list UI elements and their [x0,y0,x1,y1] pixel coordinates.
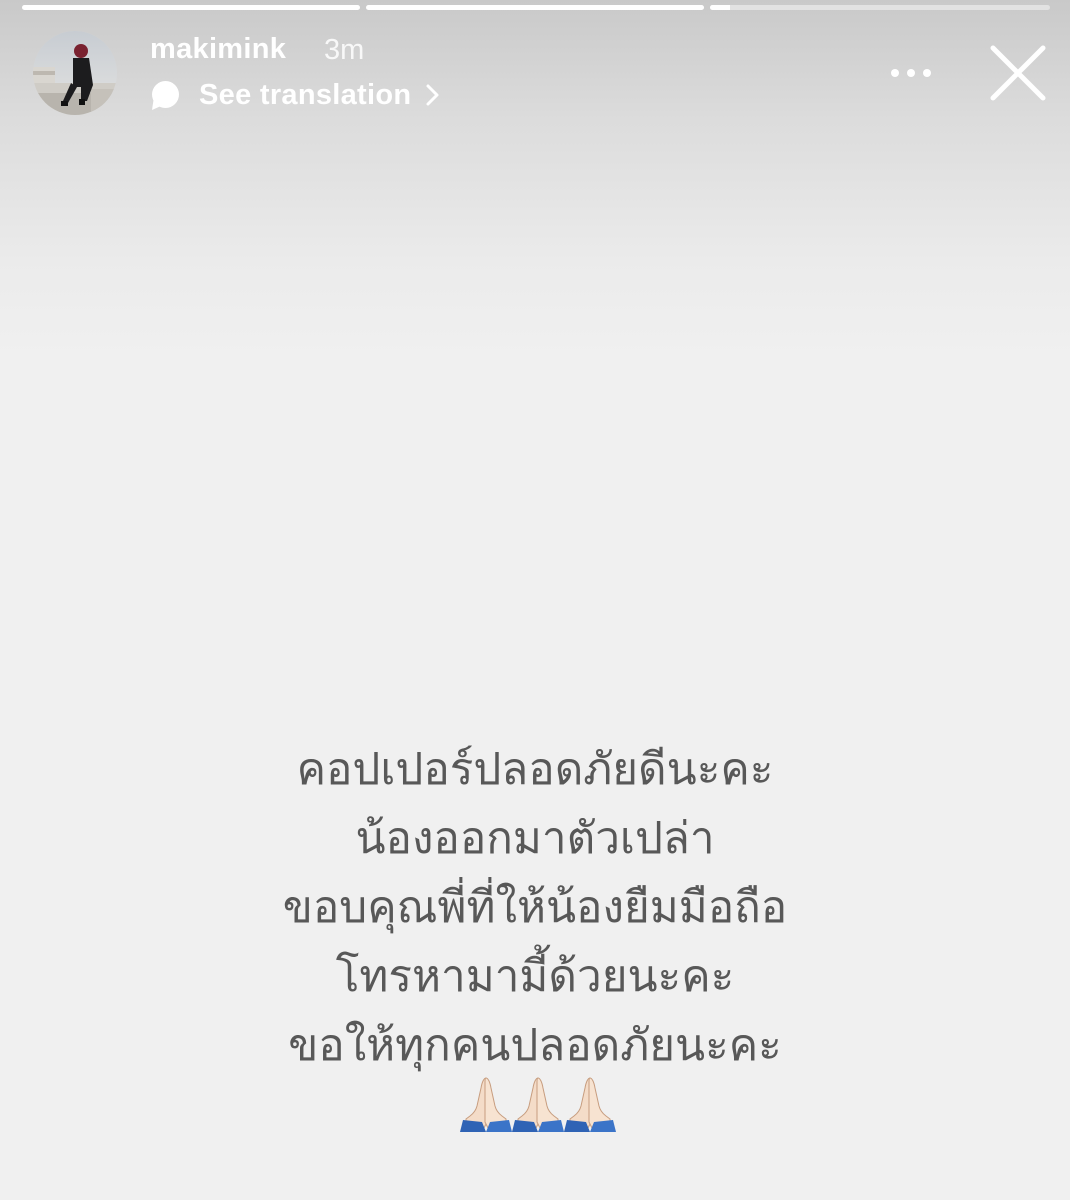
close-button[interactable] [985,40,1051,106]
more-options-button[interactable] [884,55,940,91]
post-timestamp: 3m [324,34,365,66]
progress-fill-2 [366,5,704,10]
see-translation-label: See translation [199,78,412,111]
story-text-line: คอปเปอร์ปลอดภัยดีนะคะ [296,744,774,795]
progress-fill-1 [22,5,360,10]
story-progress-bar [22,5,1050,10]
story-viewer[interactable]: makimink 3m See translation คอปเปอร์ปลอด… [0,0,1070,1200]
chevron-right-icon [426,84,439,106]
story-text: คอปเปอร์ปลอดภัยดีนะคะ น้องออกมาตัวเปล่า … [135,735,935,1080]
progress-segment-2 [366,5,704,10]
more-horizontal-icon [891,69,931,77]
see-translation-button[interactable]: See translation [150,77,441,113]
speech-bubble-icon [152,80,179,110]
progress-segment-1 [22,5,360,10]
avatar[interactable] [33,31,117,115]
story-text-line: ขอบคุณพี่ที่ให้น้องยืมมือถือ [282,882,788,933]
progress-segment-3 [710,5,1050,10]
folded-hands-icon [460,1077,616,1132]
story-text-line: ขอให้ทุกคนปลอดภัยนะคะ [288,1020,782,1071]
avatar-photo [33,31,117,115]
close-icon [990,45,1046,101]
story-text-line: น้องออกมาตัวเปล่า [355,813,715,864]
username[interactable]: makimink [150,33,286,66]
story-text-line: โทรหามามี้ด้วยนะคะ [335,951,735,1002]
progress-fill-3 [710,5,731,10]
folded-hands-emoji-row [460,1072,616,1132]
